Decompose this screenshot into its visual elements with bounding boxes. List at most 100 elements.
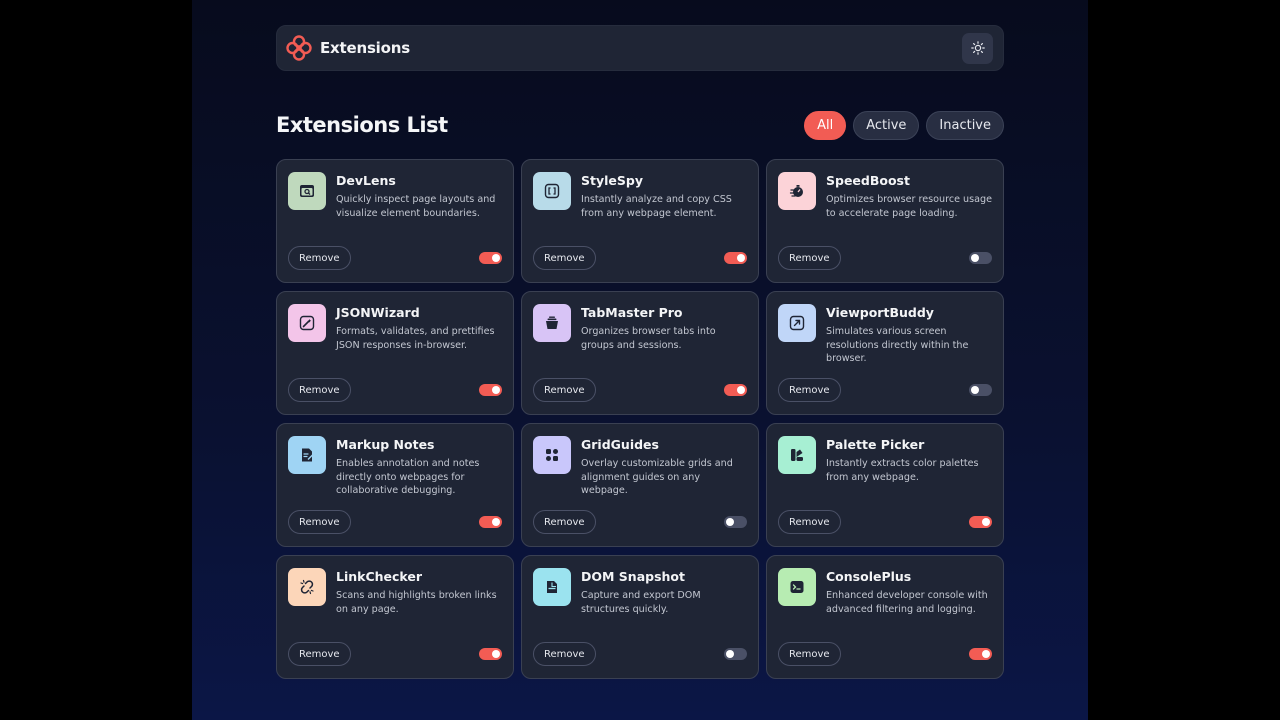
toggle-knob	[492, 386, 500, 394]
inspect-window-icon	[300, 185, 314, 197]
remove-button[interactable]: Remove	[778, 246, 841, 270]
extension-description: Enables annotation and notes directly on…	[336, 458, 480, 497]
extension-description: Simulates various screen resolutions dir…	[826, 326, 969, 365]
active-toggle[interactable]	[969, 252, 992, 264]
remove-button[interactable]: Remove	[778, 642, 841, 666]
wand-icon	[299, 315, 315, 331]
extension-name: SpeedBoost	[826, 173, 910, 188]
app-stage: Extensions Extensions List All Active In…	[192, 0, 1088, 720]
extension-description: Overlay customizable grids and alignment…	[581, 458, 733, 497]
remove-button[interactable]: Remove	[533, 642, 596, 666]
terminal-icon-tile	[778, 568, 816, 606]
remove-button[interactable]: Remove	[533, 246, 596, 270]
remove-button[interactable]: Remove	[778, 510, 841, 534]
extension-card: Palette Picker Instantly extracts color …	[766, 423, 1004, 547]
remove-button[interactable]: Remove	[288, 378, 351, 402]
extension-card: SpeedBoost Optimizes browser resource us…	[766, 159, 1004, 283]
extension-description: Organizes browser tabs into groups and s…	[581, 326, 716, 351]
note-icon-tile	[288, 436, 326, 474]
active-toggle[interactable]	[969, 648, 992, 660]
extension-card: GridGuides Overlay customizable grids an…	[521, 423, 759, 547]
active-toggle[interactable]	[479, 384, 502, 396]
toggle-knob	[982, 518, 990, 526]
extension-description: Scans and highlights broken links on any…	[336, 590, 497, 615]
extension-description: Optimizes browser resource usage to acce…	[826, 194, 992, 219]
active-toggle[interactable]	[724, 384, 747, 396]
extension-name: ViewportBuddy	[826, 305, 934, 320]
extension-card: DOM Snapshot Capture and export DOM stru…	[521, 555, 759, 679]
active-toggle[interactable]	[724, 252, 747, 264]
extension-name: DOM Snapshot	[581, 569, 685, 584]
active-toggle[interactable]	[969, 516, 992, 528]
tabs-icon	[546, 316, 558, 329]
filter-inactive-button[interactable]: Inactive	[926, 110, 1004, 140]
extension-name: Palette Picker	[826, 437, 925, 452]
inspect-window-icon-tile	[288, 172, 326, 210]
filter-active-button[interactable]: Active	[853, 110, 920, 140]
remove-button[interactable]: Remove	[533, 510, 596, 534]
toggle-knob	[737, 254, 745, 262]
toggle-knob	[492, 254, 500, 262]
broken-link-icon	[300, 579, 314, 595]
extension-name: ConsolePlus	[826, 569, 912, 584]
remove-button[interactable]: Remove	[288, 510, 351, 534]
filter-all-button[interactable]: All	[804, 110, 847, 140]
app-name: Extensions	[320, 39, 410, 57]
extension-card: JSONWizard Formats, validates, and prett…	[276, 291, 514, 415]
top-bar: Extensions	[276, 25, 1004, 71]
extension-name: Markup Notes	[336, 437, 435, 452]
toggle-knob	[982, 650, 990, 658]
toggle-knob	[726, 518, 734, 526]
extension-description: Quickly inspect page layouts and visuali…	[336, 194, 496, 219]
palette-icon-tile	[778, 436, 816, 474]
extension-name: DevLens	[336, 173, 396, 188]
resize-icon	[789, 315, 805, 331]
palette-icon	[791, 449, 803, 461]
grid-icon	[546, 449, 558, 461]
page-title: Extensions List	[276, 113, 448, 137]
extension-description: Enhanced developer console with advanced…	[826, 590, 988, 615]
extension-description: Instantly extracts color palettes from a…	[826, 458, 979, 483]
extensions-grid: DevLens Quickly inspect page layouts and…	[276, 159, 1004, 679]
extension-card: Markup Notes Enables annotation and note…	[276, 423, 514, 547]
remove-button[interactable]: Remove	[288, 246, 351, 270]
extension-name: TabMaster Pro	[581, 305, 683, 320]
toggle-knob	[971, 254, 979, 262]
filter-group: All Active Inactive	[804, 110, 1004, 140]
theme-toggle-button[interactable]	[962, 32, 993, 64]
extension-card: LinkChecker Scans and highlights broken …	[276, 555, 514, 679]
snapshot-icon	[547, 581, 557, 593]
speed-icon-tile	[778, 172, 816, 210]
active-toggle[interactable]	[724, 648, 747, 660]
extension-description: Formats, validates, and prettifies JSON …	[336, 326, 495, 351]
tabs-icon-tile	[533, 304, 571, 342]
remove-button[interactable]: Remove	[288, 642, 351, 666]
resize-icon-tile	[778, 304, 816, 342]
extension-description: Capture and export DOM structures quickl…	[581, 590, 701, 615]
snapshot-icon-tile	[533, 568, 571, 606]
extension-card: StyleSpy Instantly analyze and copy CSS …	[521, 159, 759, 283]
sun-icon	[970, 41, 985, 55]
list-header: Extensions List All Active Inactive	[276, 110, 1004, 140]
active-toggle[interactable]	[479, 516, 502, 528]
extension-name: JSONWizard	[336, 305, 420, 320]
extension-card: DevLens Quickly inspect page layouts and…	[276, 159, 514, 283]
toggle-knob	[726, 650, 734, 658]
toggle-knob	[737, 386, 745, 394]
toggle-knob	[492, 650, 500, 658]
extension-card: ViewportBuddy Simulates various screen r…	[766, 291, 1004, 415]
active-toggle[interactable]	[969, 384, 992, 396]
note-icon	[302, 448, 313, 462]
active-toggle[interactable]	[479, 648, 502, 660]
grid-icon-tile	[533, 436, 571, 474]
remove-button[interactable]: Remove	[533, 378, 596, 402]
toggle-knob	[971, 386, 979, 394]
active-toggle[interactable]	[724, 516, 747, 528]
toggle-knob	[492, 518, 500, 526]
remove-button[interactable]: Remove	[778, 378, 841, 402]
extension-description: Instantly analyze and copy CSS from any …	[581, 194, 732, 219]
speed-icon	[789, 185, 803, 197]
wand-icon-tile	[288, 304, 326, 342]
active-toggle[interactable]	[479, 252, 502, 264]
terminal-icon	[790, 581, 804, 593]
